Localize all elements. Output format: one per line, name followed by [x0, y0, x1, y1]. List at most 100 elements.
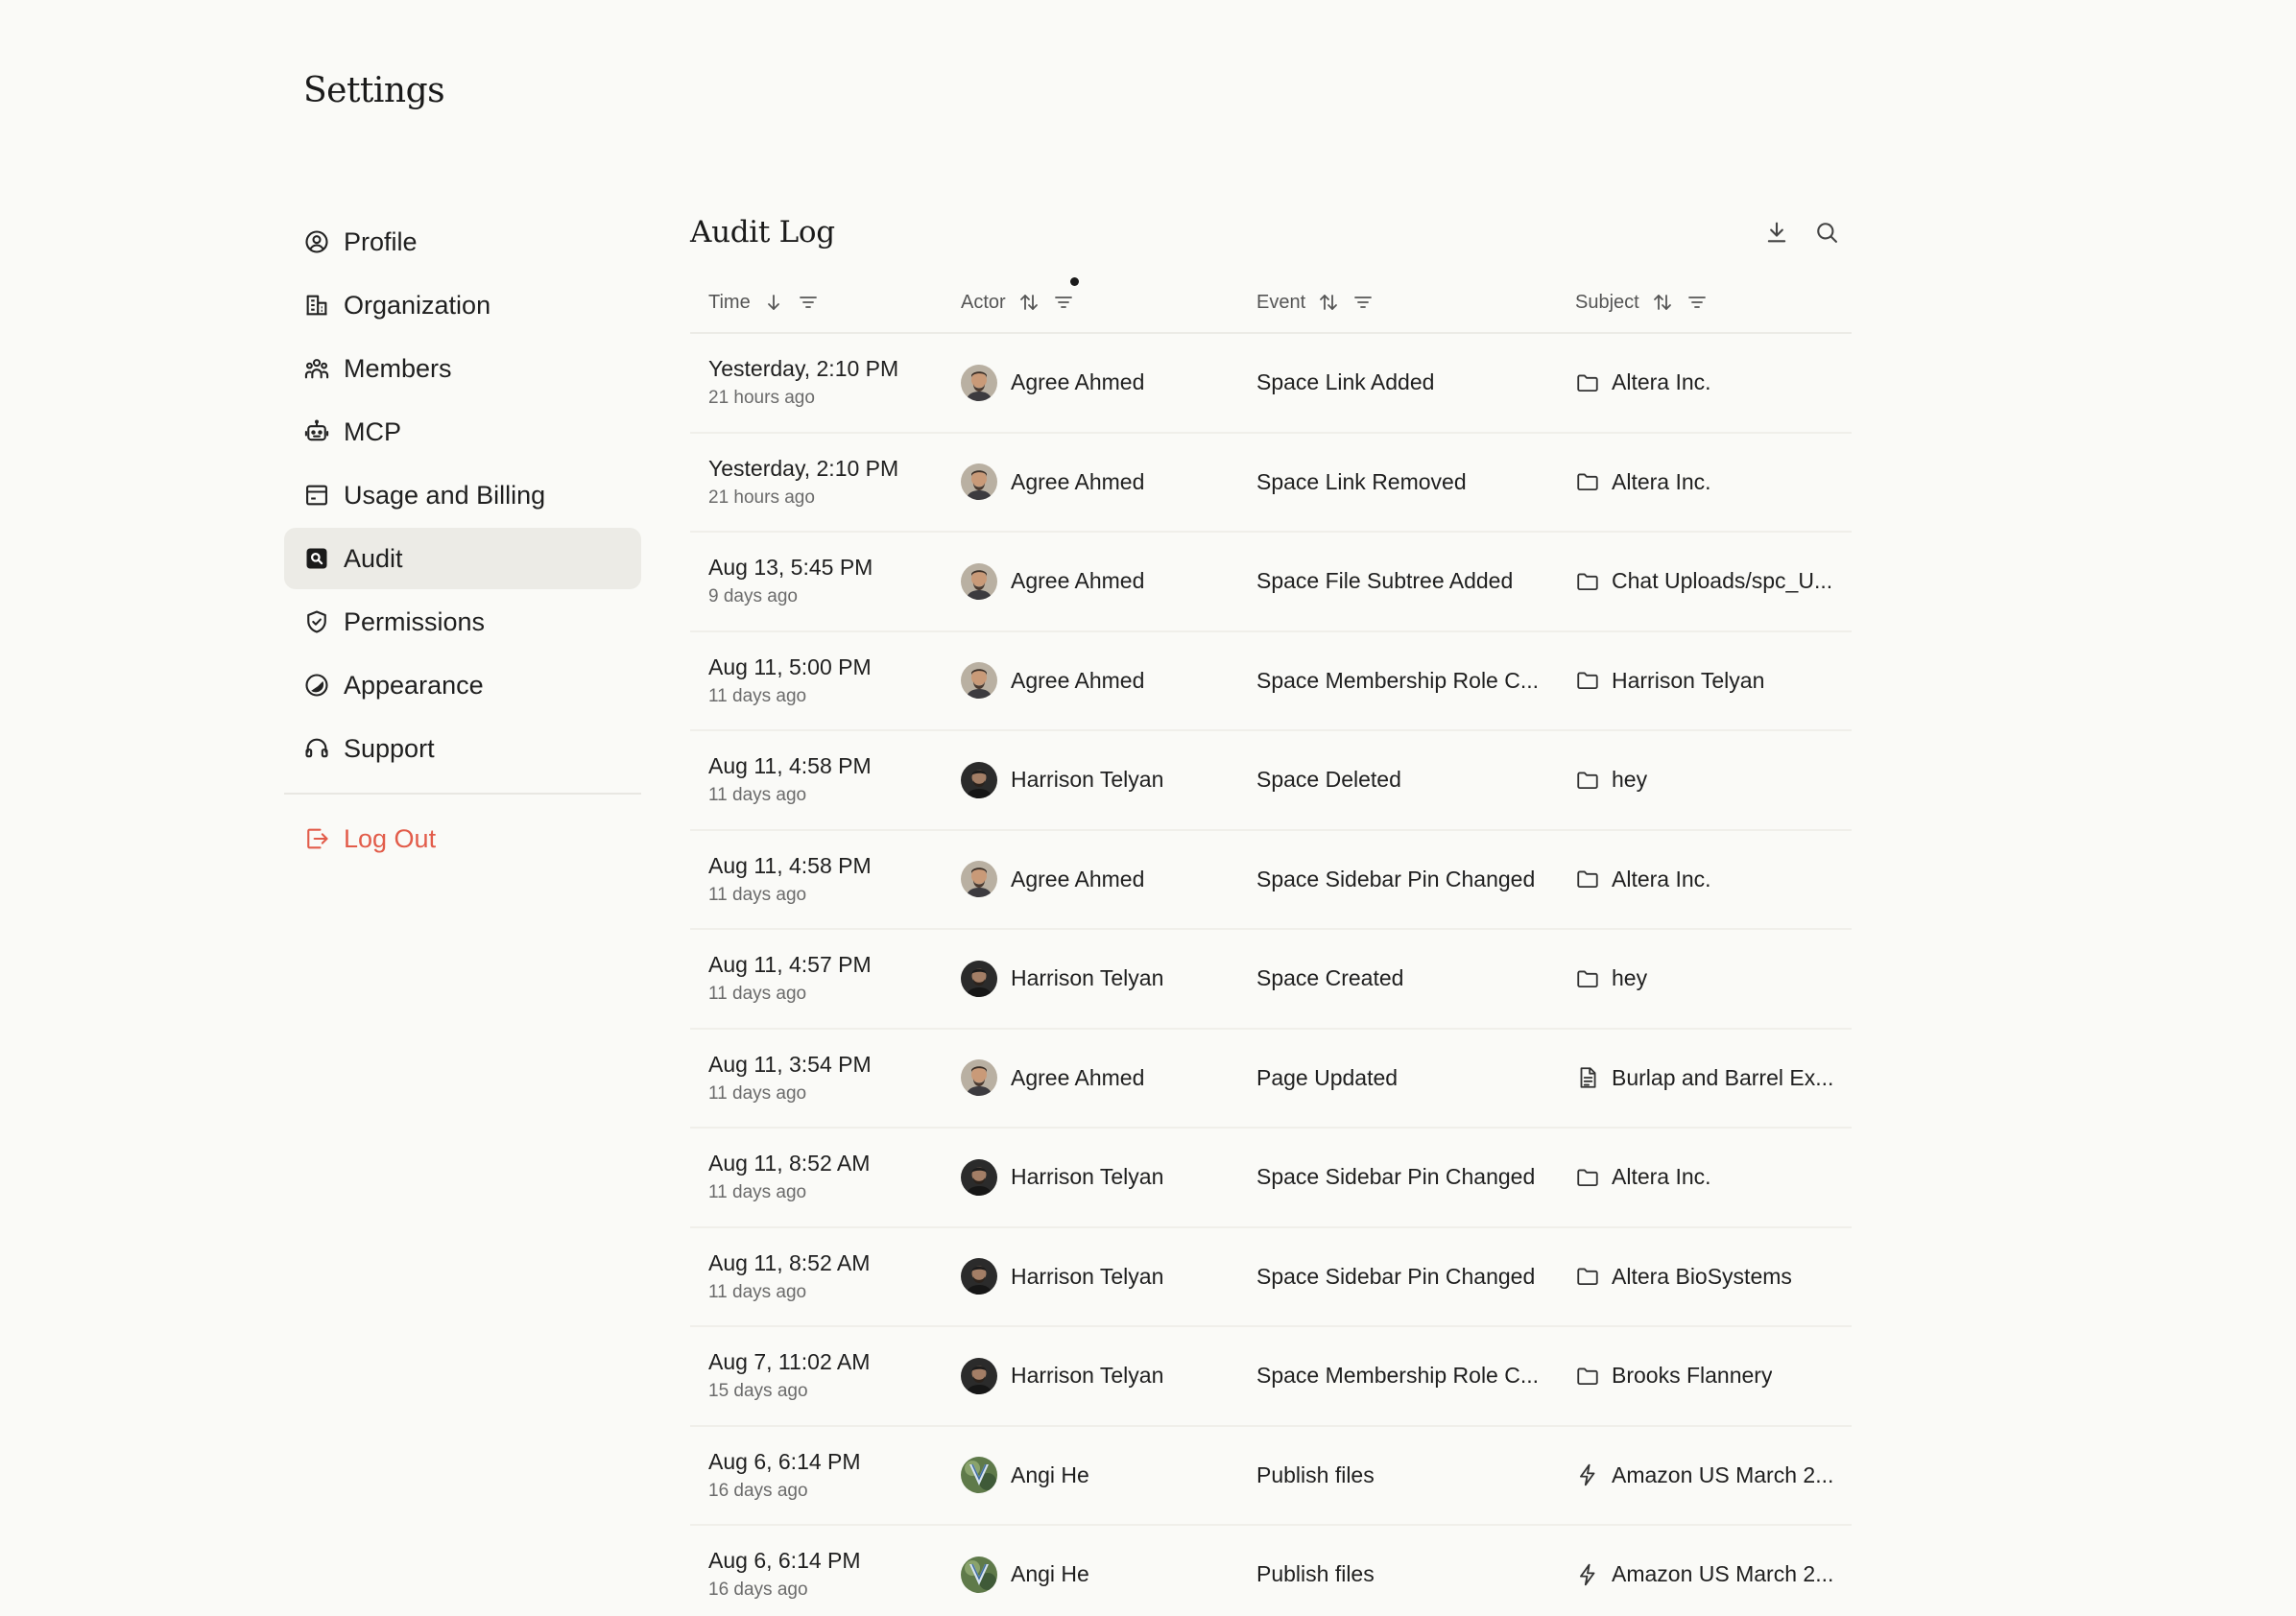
- subject-cell[interactable]: hey: [1575, 965, 1852, 991]
- timestamp: Aug 11, 5:00 PM: [708, 654, 872, 679]
- folder-icon: [1575, 370, 1600, 395]
- relative-time: 11 days ago: [708, 984, 807, 1005]
- subject-cell[interactable]: Amazon US March 2...: [1575, 1462, 1852, 1488]
- event-cell: Publish files: [1256, 1462, 1575, 1488]
- table-row[interactable]: Aug 6, 6:14 PM 16 days ago Angi He Publish …: [690, 1526, 1852, 1616]
- table-row[interactable]: Aug 6, 6:14 PM 16 days ago Angi He Publish …: [690, 1427, 1852, 1526]
- actor-cell: Agree Ahmed: [961, 662, 1256, 700]
- subject-cell[interactable]: Chat Uploads/spc_U...: [1575, 568, 1852, 594]
- sidebar-item-permissions[interactable]: Permissions: [284, 591, 641, 653]
- audit-log-panel: Audit Log Time Actor Event Subject Yeste…: [690, 202, 1852, 1616]
- time-cell: Aug 6, 6:14 PM 16 days ago: [690, 1449, 961, 1502]
- sort-descending-icon[interactable]: [762, 291, 785, 314]
- column-header-actor-label: Actor: [961, 291, 1006, 313]
- billing-icon: [303, 482, 330, 509]
- sidebar-item-audit[interactable]: Audit: [284, 528, 641, 589]
- column-header-subject-label: Subject: [1575, 291, 1639, 313]
- table-row[interactable]: Aug 11, 5:00 PM 11 days ago Agree Ahmed Spa…: [690, 632, 1852, 731]
- avatar: [961, 1158, 997, 1196]
- sort-icon[interactable]: [1651, 291, 1674, 314]
- subject-cell[interactable]: Altera Inc.: [1575, 469, 1852, 495]
- sort-icon[interactable]: [1017, 291, 1040, 314]
- actor-cell: Angi He: [961, 1457, 1256, 1494]
- filter-icon[interactable]: [1686, 291, 1709, 314]
- subject-cell[interactable]: Brooks Flannery: [1575, 1363, 1852, 1389]
- relative-time: 11 days ago: [708, 685, 807, 706]
- event-name: Space Sidebar Pin Changed: [1256, 1164, 1536, 1190]
- event-cell: Space Sidebar Pin Changed: [1256, 1164, 1575, 1190]
- download-icon[interactable]: [1761, 217, 1792, 248]
- column-header-event[interactable]: Event: [1256, 291, 1575, 314]
- subject-cell[interactable]: Amazon US March 2...: [1575, 1561, 1852, 1587]
- subject-cell[interactable]: Altera Inc.: [1575, 1164, 1852, 1190]
- sidebar-item-usage-and-billing[interactable]: Usage and Billing: [284, 464, 641, 526]
- filter-icon[interactable]: [1351, 291, 1375, 314]
- event-cell: Page Updated: [1256, 1065, 1575, 1091]
- sidebar-item-mcp[interactable]: MCP: [284, 401, 641, 463]
- table-row[interactable]: Aug 7, 11:02 AM 15 days ago Harrison Telya…: [690, 1327, 1852, 1427]
- column-header-actor[interactable]: Actor: [961, 277, 1256, 314]
- avatar: [961, 1258, 997, 1295]
- sidebar-item-profile[interactable]: Profile: [284, 211, 641, 273]
- sidebar-item-organization[interactable]: Organization: [284, 274, 641, 336]
- time-cell: Yesterday, 2:10 PM 21 hours ago: [690, 356, 961, 409]
- time-cell: Aug 11, 3:54 PM 11 days ago: [690, 1052, 961, 1105]
- filter-active-icon[interactable]: [1052, 277, 1079, 314]
- table-row[interactable]: Yesterday, 2:10 PM 21 hours ago Agree Ahme…: [690, 334, 1852, 434]
- table-row[interactable]: Aug 11, 3:54 PM 11 days ago Agree Ahmed Pag…: [690, 1030, 1852, 1129]
- column-header-time-label: Time: [708, 291, 751, 313]
- subject-cell[interactable]: Altera Inc.: [1575, 369, 1852, 395]
- actor-name: Angi He: [1011, 1462, 1089, 1487]
- sidebar-divider: [284, 793, 641, 795]
- avatar: [961, 562, 997, 600]
- page-title: Settings: [303, 71, 445, 110]
- event-cell: Space Membership Role C...: [1256, 668, 1575, 694]
- logout-button[interactable]: Log Out: [284, 808, 641, 869]
- sidebar-item-label: MCP: [344, 416, 401, 446]
- table-row[interactable]: Yesterday, 2:10 PM 21 hours ago Agree Ahme…: [690, 434, 1852, 533]
- table-row[interactable]: Aug 11, 8:52 AM 11 days ago Harrison Telya…: [690, 1129, 1852, 1228]
- event-cell: Space Membership Role C...: [1256, 1363, 1575, 1389]
- timestamp: Yesterday, 2:10 PM: [708, 455, 899, 481]
- table-row[interactable]: Aug 11, 8:52 AM 11 days ago Harrison Telya…: [690, 1228, 1852, 1327]
- table-row[interactable]: Aug 11, 4:58 PM 11 days ago Agree Ahmed Spa…: [690, 831, 1852, 930]
- column-header-event-label: Event: [1256, 291, 1306, 313]
- timestamp: Aug 11, 8:52 AM: [708, 1249, 871, 1275]
- sidebar-item-appearance[interactable]: Appearance: [284, 654, 641, 716]
- relative-time: 21 hours ago: [708, 487, 815, 508]
- event-cell: Publish files: [1256, 1561, 1575, 1587]
- column-header-time[interactable]: Time: [690, 291, 961, 314]
- audit-table-body: Yesterday, 2:10 PM 21 hours ago Agree Ahme…: [690, 334, 1852, 1616]
- table-row[interactable]: Aug 13, 5:45 PM 9 days ago Agree Ahmed Spac…: [690, 533, 1852, 632]
- subject-cell[interactable]: Altera Inc.: [1575, 867, 1852, 892]
- shield-icon: [303, 608, 330, 635]
- actor-cell: Harrison Telyan: [961, 1158, 1256, 1196]
- avatar: [961, 463, 997, 501]
- subject-cell[interactable]: Altera BioSystems: [1575, 1264, 1852, 1290]
- actor-name: Agree Ahmed: [1011, 1064, 1145, 1090]
- column-header-subject[interactable]: Subject: [1575, 291, 1852, 314]
- folder-icon: [1575, 569, 1600, 594]
- sidebar-item-members[interactable]: Members: [284, 338, 641, 399]
- time-cell: Aug 7, 11:02 AM 15 days ago: [690, 1349, 961, 1402]
- subject-cell[interactable]: Burlap and Barrel Ex...: [1575, 1065, 1852, 1091]
- actor-name: Agree Ahmed: [1011, 866, 1145, 891]
- relative-time: 11 days ago: [708, 1082, 807, 1104]
- time-cell: Aug 11, 4:58 PM 11 days ago: [690, 853, 961, 906]
- subject-name: Amazon US March 2...: [1612, 1561, 1834, 1587]
- subject-name: Altera Inc.: [1612, 468, 1711, 494]
- filter-icon[interactable]: [797, 291, 820, 314]
- sort-icon[interactable]: [1317, 291, 1340, 314]
- search-icon[interactable]: [1811, 217, 1842, 248]
- timestamp: Aug 11, 4:58 PM: [708, 753, 872, 779]
- table-row[interactable]: Aug 11, 4:57 PM 11 days ago Harrison Telya…: [690, 930, 1852, 1030]
- subject-cell[interactable]: Harrison Telyan: [1575, 668, 1852, 694]
- subject-cell[interactable]: hey: [1575, 767, 1852, 793]
- event-cell: Space Link Added: [1256, 369, 1575, 395]
- table-row[interactable]: Aug 11, 4:58 PM 11 days ago Harrison Telya…: [690, 731, 1852, 831]
- actor-cell: Agree Ahmed: [961, 562, 1256, 600]
- avatar: [961, 861, 997, 898]
- folder-icon: [1575, 867, 1600, 891]
- relative-time: 11 days ago: [708, 785, 807, 806]
- sidebar-item-support[interactable]: Support: [284, 718, 641, 779]
